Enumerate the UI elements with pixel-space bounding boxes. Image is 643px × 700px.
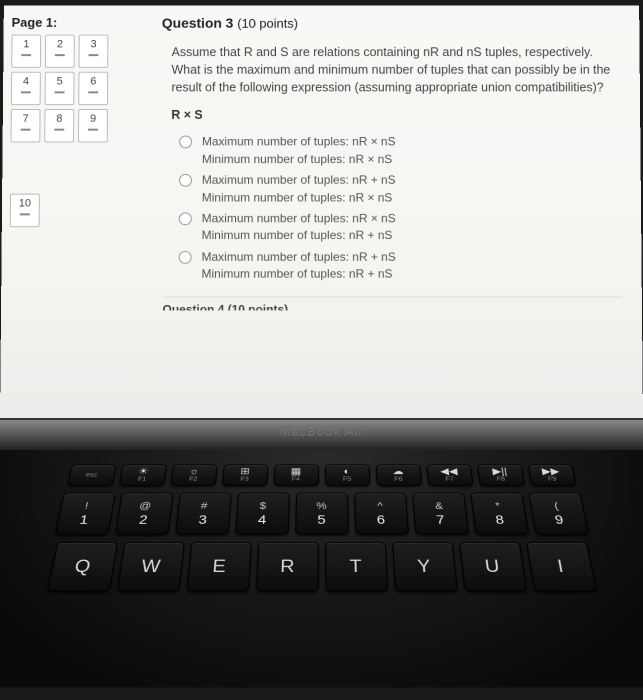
key-r[interactable]: R	[255, 542, 318, 592]
fn-row: esc ☀F1 ☼F2 ⊞F3 ▦F4 ◐F5 ☁F6 ◀◀F7 ▶||F8 ▶…	[0, 464, 642, 485]
page-nav-cell[interactable]: 1	[11, 35, 41, 68]
key-f1[interactable]: ☀F1	[118, 464, 166, 485]
radio-icon[interactable]	[179, 136, 192, 149]
key-7[interactable]: &7	[412, 492, 469, 534]
next-question-label: Question 4 (10 points)	[163, 297, 623, 311]
key-t[interactable]: T	[325, 542, 388, 592]
page-nav-cell[interactable]: 8	[44, 109, 74, 142]
key-w[interactable]: W	[116, 542, 184, 592]
option-row[interactable]: Maximum number of tuples: nR + nS Minimu…	[179, 249, 622, 283]
key-y[interactable]: Y	[392, 542, 458, 592]
key-f6[interactable]: ☁F6	[375, 464, 421, 485]
key-5[interactable]: %5	[295, 492, 349, 534]
number-row: !1 @2 #3 $4 %5 ^6 &7 *8 (9	[0, 492, 643, 534]
page-nav-cell[interactable]: 9	[78, 109, 108, 142]
option-text: Maximum number of tuples: nR × nS	[202, 210, 396, 227]
option-row[interactable]: Maximum number of tuples: nR × nS Minimu…	[179, 210, 622, 244]
option-text: Minimum number of tuples: nR + nS	[201, 266, 395, 283]
key-f3[interactable]: ⊞F3	[221, 464, 267, 485]
page-nav-cell[interactable]: 7	[11, 109, 41, 142]
key-3[interactable]: #3	[174, 492, 231, 534]
page-nav-cell[interactable]: 5	[45, 72, 75, 105]
page-nav-cell[interactable]: 4	[11, 72, 41, 105]
option-text: Minimum number of tuples: nR + nS	[202, 227, 396, 244]
key-f7[interactable]: ◀◀F7	[426, 464, 473, 485]
radio-icon[interactable]	[179, 212, 192, 225]
page-label: Page 1:	[12, 15, 58, 30]
radio-icon[interactable]	[179, 251, 192, 264]
laptop-hinge: MacBook Air	[0, 420, 643, 450]
option-row[interactable]: Maximum number of tuples: nR × nS Minimu…	[179, 134, 621, 168]
answer-options: Maximum number of tuples: nR × nS Minimu…	[179, 134, 622, 283]
page-nav-cell[interactable]: 2	[45, 35, 75, 68]
keyboard: esc ☀F1 ☼F2 ⊞F3 ▦F4 ◐F5 ☁F6 ◀◀F7 ▶||F8 ▶…	[0, 450, 643, 688]
key-8[interactable]: *8	[470, 492, 529, 534]
key-esc[interactable]: esc	[67, 464, 116, 485]
key-f5[interactable]: ◐F5	[325, 464, 370, 485]
question-expression: R × S	[171, 106, 620, 124]
key-f2[interactable]: ☼F2	[170, 464, 217, 485]
key-i[interactable]: I	[526, 542, 597, 592]
page-nav-grid: 1 2 3 4 5 6 7 8 9	[11, 35, 109, 143]
page-nav-cell[interactable]: 6	[78, 72, 108, 105]
option-text: Minimum number of tuples: nR × nS	[202, 189, 396, 206]
key-6[interactable]: ^6	[354, 492, 409, 534]
option-row[interactable]: Maximum number of tuples: nR + nS Minimu…	[179, 172, 621, 206]
key-f9[interactable]: ▶▶F9	[527, 464, 576, 485]
page-nav-cell[interactable]: 10	[10, 194, 40, 228]
key-9[interactable]: (9	[528, 492, 589, 534]
key-e[interactable]: E	[186, 542, 252, 592]
key-f8[interactable]: ▶||F8	[476, 464, 524, 485]
question-text: Assume that R and S are relations contai…	[171, 43, 620, 96]
question-content: Question 3 (10 points) Assume that R and…	[161, 13, 623, 311]
laptop-screen: Page 1: 1 2 3 4 5 6 7 8 9 10 Question 3 …	[0, 5, 643, 420]
key-f4[interactable]: ▦F4	[273, 464, 318, 485]
key-2[interactable]: @2	[114, 492, 173, 534]
letter-row: Q W E R T Y U I	[0, 542, 643, 592]
key-q[interactable]: Q	[46, 542, 117, 592]
option-text: Maximum number of tuples: nR + nS	[202, 172, 396, 189]
page-nav-cell[interactable]: 3	[79, 35, 109, 68]
key-4[interactable]: $4	[235, 492, 290, 534]
option-text: Maximum number of tuples: nR + nS	[202, 249, 396, 266]
option-text: Minimum number of tuples: nR × nS	[202, 151, 396, 168]
laptop-brand-label: MacBook Air	[280, 423, 364, 438]
key-1[interactable]: !1	[54, 492, 115, 534]
radio-icon[interactable]	[179, 174, 192, 187]
option-text: Maximum number of tuples: nR × nS	[202, 134, 396, 151]
question-title: Question 3 (10 points)	[162, 13, 620, 33]
key-u[interactable]: U	[459, 542, 527, 592]
